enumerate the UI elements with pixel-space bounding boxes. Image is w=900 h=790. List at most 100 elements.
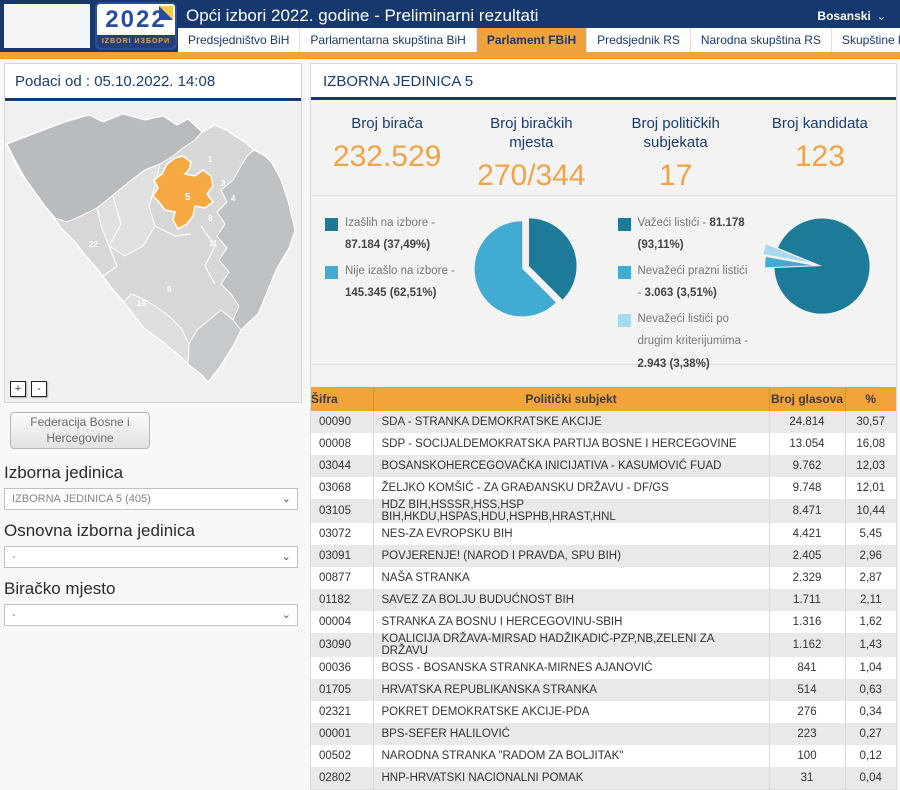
izborna-jedinica-select[interactable]: IZBORNA JEDINICA 5 (405) ⌄ bbox=[4, 488, 298, 510]
cell-sifra: 02802 bbox=[311, 767, 373, 789]
cell-sifra: 00877 bbox=[311, 567, 373, 589]
tab-skupstine-kantona-fbih[interactable]: Skupštine kantona u FBiH bbox=[832, 28, 900, 52]
map-region-number: 3 bbox=[221, 179, 226, 188]
table-row: 03072NES-ZA EVROPSKU BIH4.4215,45 bbox=[311, 523, 896, 545]
cell-sifra: 00004 bbox=[311, 611, 373, 633]
table-header-row: Šifra Politički subjekt Broj glasova % bbox=[311, 387, 896, 411]
table-row: 00008SDP - SOCIJALDEMOKRATSKA PARTIJA BO… bbox=[311, 433, 896, 455]
cell-sifra: 03090 bbox=[311, 633, 373, 657]
cell-pct: 10,44 bbox=[845, 499, 896, 523]
osnovna-izborna-jedinica-select[interactable]: - ⌄ bbox=[4, 546, 298, 568]
page-title: Opći izbori 2022. godine - Preliminarni … bbox=[186, 6, 538, 26]
table-row: 02802HNP-HRVATSKI NACIONALNI POMAK310,04 bbox=[311, 767, 896, 789]
nav-tabs: Predsjedništvo BiH Parlamentarna skupšti… bbox=[178, 28, 900, 52]
cell-pct: 0,63 bbox=[845, 679, 896, 701]
cell-pct: 2,11 bbox=[845, 589, 896, 611]
table-row: 00001BPS-SEFER HALILOVIĆ2230,27 bbox=[311, 723, 896, 745]
cell-pct: 30,57 bbox=[845, 411, 896, 433]
legend-text: Nevažeći listići po drugim kriterijumima… bbox=[638, 308, 754, 375]
table-row: 01182SAVEZ ZA BOLJU BUDUĆNOST BIH1.7112,… bbox=[311, 589, 896, 611]
tab-parlament-fbih[interactable]: Parlament FBiH bbox=[477, 28, 587, 52]
chevron-down-icon: ⌄ bbox=[282, 547, 291, 567]
chevron-down-icon: ⌄ bbox=[282, 605, 291, 625]
table-row: 00502NARODNA STRANKA "RADOM ZA BOLJITAK"… bbox=[311, 745, 896, 767]
table-row: 00004STRANKA ZA BOSNU I HERCEGOVINU-SBIH… bbox=[311, 611, 896, 633]
stat-label: Broj birača bbox=[323, 115, 451, 134]
table-row: 03090KOALICIJA DRŽAVA-MIRSAD HADŽIKADIĆ-… bbox=[311, 633, 896, 657]
cell-sifra: 00036 bbox=[311, 657, 373, 679]
column-sifra: Šifra bbox=[311, 387, 373, 411]
cell-pct: 1,62 bbox=[845, 611, 896, 633]
chevron-down-icon: ⌄ bbox=[877, 11, 886, 23]
cell-sifra: 03072 bbox=[311, 523, 373, 545]
unit-title: IZBORNA JEDINICA 5 bbox=[311, 64, 896, 97]
cell-pct: 0,04 bbox=[845, 767, 896, 789]
table-row: 00877NAŠA STRANKA2.3292,87 bbox=[311, 567, 896, 589]
cell-subjekt: BOSS - BOSANSKA STRANKA-MIRNES AJANOVIĆ bbox=[373, 657, 769, 679]
map-area: 5 13481122916 +- bbox=[5, 102, 301, 402]
bosnia-map-svg: 5 13481122916 bbox=[5, 102, 301, 402]
cell-subjekt: POVJERENJE! (NAROD I PRAVDA, SPU BIH) bbox=[373, 545, 769, 567]
cell-pct: 0,27 bbox=[845, 723, 896, 745]
cell-sifra: 03105 bbox=[311, 499, 373, 523]
filter-label-izborna-jedinica: Izborna jedinica bbox=[4, 463, 298, 483]
stat-broj-kandidata: Broj kandidata 123 bbox=[748, 115, 892, 195]
ballots-pie-chart bbox=[762, 206, 882, 326]
table-row: 03068ŽELJKO KOMŠIĆ - ZA GRAĐANSKU DRŽAVU… bbox=[311, 477, 896, 499]
table-row: 03091POVJERENJE! (NAROD I PRAVDA, SPU BI… bbox=[311, 545, 896, 567]
legend-swatch-mid bbox=[618, 266, 631, 279]
ballots-chart-group: Važeći listići - 81.178 (93,11%) Nevažeć… bbox=[604, 204, 897, 364]
cell-glasova: 276 bbox=[769, 701, 845, 723]
stat-value: 232.529 bbox=[315, 140, 459, 174]
legend-item: Važeći listići - 81.178 (93,11%) bbox=[618, 212, 754, 257]
cell-subjekt: STRANKA ZA BOSNU I HERCEGOVINU-SBIH bbox=[373, 611, 769, 633]
cell-glasova: 24.814 bbox=[769, 411, 845, 433]
biracko-mjesto-select[interactable]: - ⌄ bbox=[4, 604, 298, 626]
cell-pct: 5,45 bbox=[845, 523, 896, 545]
stat-value: 17 bbox=[604, 159, 748, 193]
cell-subjekt: SDP - SOCIJALDEMOKRATSKA PARTIJA BOSNE I… bbox=[373, 433, 769, 455]
cell-pct: 12,03 bbox=[845, 455, 896, 477]
table-row: 02321POKRET DEMOKRATSKE AKCIJE-PDA2760,3… bbox=[311, 701, 896, 723]
zoom-in-button[interactable]: + bbox=[10, 381, 26, 397]
cell-glasova: 13.054 bbox=[769, 433, 845, 455]
cell-sifra: 00090 bbox=[311, 411, 373, 433]
table-row: 00090SDA - STRANKA DEMOKRATSKE AKCIJE24.… bbox=[311, 411, 896, 433]
cell-pct: 16,08 bbox=[845, 433, 896, 455]
chevron-down-icon: ⌄ bbox=[282, 489, 291, 509]
map-region-number: 9 bbox=[167, 285, 172, 294]
stat-broj-birackih-mjesta: Broj biračkih mjesta 270/344 bbox=[459, 115, 603, 195]
tab-predsjednik-rs[interactable]: Predsjednik RS bbox=[587, 28, 691, 52]
cell-sifra: 00502 bbox=[311, 745, 373, 767]
filter-section: Izborna jedinica IZBORNA JEDINICA 5 (405… bbox=[4, 452, 298, 626]
column-politicki-subjekt: Politički subjekt bbox=[373, 387, 769, 411]
cell-glasova: 1.711 bbox=[769, 589, 845, 611]
cell-glasova: 8.471 bbox=[769, 499, 845, 523]
cell-glasova: 9.762 bbox=[769, 455, 845, 477]
cell-glasova: 100 bbox=[769, 745, 845, 767]
results-table-body: 00090SDA - STRANKA DEMOKRATSKE AKCIJE24.… bbox=[311, 411, 896, 789]
results-panel: IZBORNA JEDINICA 5 Broj birača 232.529 B… bbox=[310, 63, 897, 790]
cell-subjekt: ŽELJKO KOMŠIĆ - ZA GRAĐANSKU DRŽAVU - DF… bbox=[373, 477, 769, 499]
tab-parlamentarna-skupstina-bih[interactable]: Parlamentarna skupština BiH bbox=[300, 28, 476, 52]
cell-sifra: 03044 bbox=[311, 455, 373, 477]
cell-subjekt: BPS-SEFER HALILOVIĆ bbox=[373, 723, 769, 745]
tab-narodna-skupstina-rs[interactable]: Narodna skupština RS bbox=[691, 28, 832, 52]
table-row: 03044BOSANSKOHERCEGOVAČKA INICIJATIVA - … bbox=[311, 455, 896, 477]
map-region-number: 22 bbox=[89, 240, 98, 249]
izborna-jedinica-value: IZBORNA JEDINICA 5 (405) bbox=[12, 493, 151, 505]
language-selector[interactable]: Bosanski⌄ bbox=[817, 9, 886, 23]
tab-predsjednistvo-bih[interactable]: Predsjedništvo BiH bbox=[178, 28, 300, 52]
filter-label-biracko-mjesto: Biračko mjesto bbox=[4, 579, 298, 599]
cell-glasova: 223 bbox=[769, 723, 845, 745]
column-percent: % bbox=[845, 387, 896, 411]
cell-pct: 1,43 bbox=[845, 633, 896, 657]
zoom-out-button[interactable]: - bbox=[31, 381, 47, 397]
stat-label: Broj kandidata bbox=[756, 115, 884, 134]
election-logo: 2022 IZBORI ИЗБОРИ bbox=[95, 2, 177, 50]
cell-subjekt: HRVATSKA REPUBLIKANSKA STRANKA bbox=[373, 679, 769, 701]
table-row: 03105HDZ BIH,HSSSR,HSS,HSP BIH,HKDU,HSPA… bbox=[311, 499, 896, 523]
map-region-number: 16 bbox=[137, 299, 146, 308]
stat-value: 270/344 bbox=[459, 159, 603, 193]
entity-federacija-button[interactable]: Federacija Bosne i Hercegovine bbox=[10, 412, 150, 449]
